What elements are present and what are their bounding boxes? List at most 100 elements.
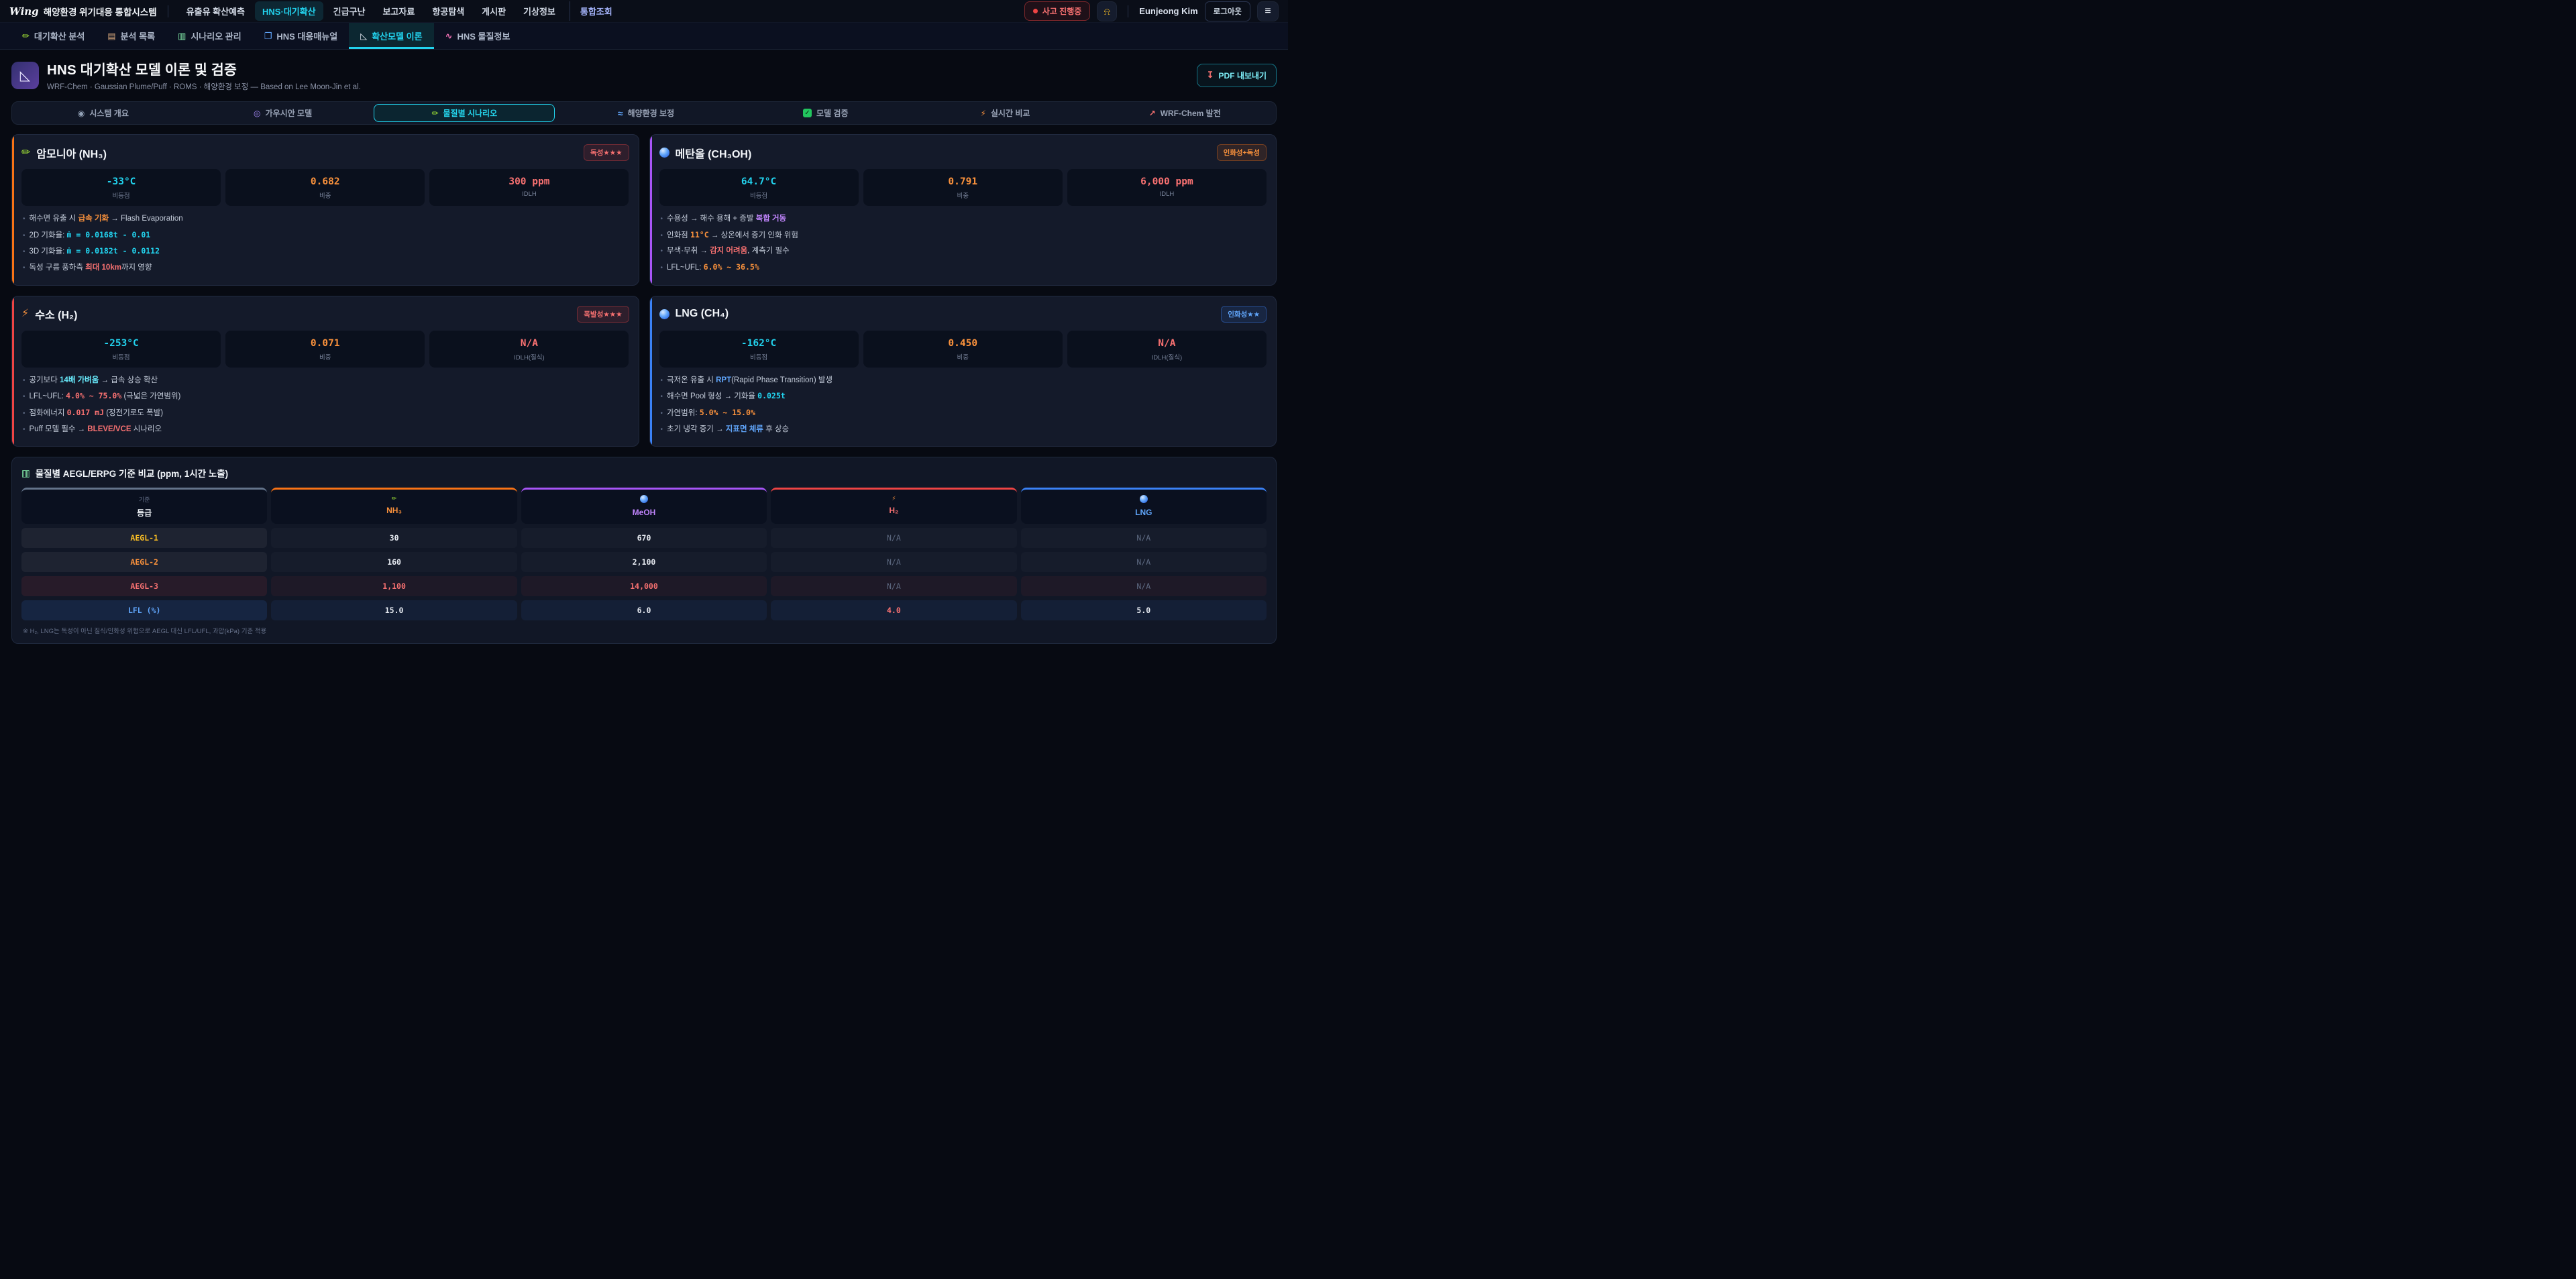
logo-icon: Wing xyxy=(9,5,39,17)
main-menu-item[interactable]: HNS·대기확산 xyxy=(255,1,323,21)
rocket-icon: ↗ xyxy=(1149,109,1156,117)
stat-boxes: -33°C비등점0.682비중300 ppmIDLH xyxy=(21,169,629,206)
stat-label: IDLH(질식) xyxy=(1071,352,1263,362)
bullet-text: 0.025t xyxy=(757,391,786,400)
pen-icon: ✏ xyxy=(392,496,397,502)
bullet-text: , 계측기 필수 xyxy=(747,247,790,255)
bullet-line: •독성 구름 풍하측 최대 10km까지 영향 xyxy=(23,262,628,274)
main-menu-item[interactable]: 항공탐색 xyxy=(425,1,472,21)
navbar-right: 사고 진행중 ⍾ Eunjeong Kim 로그아웃 ≡ xyxy=(1024,1,1279,21)
section-tab[interactable]: ⚡실시간 비교 xyxy=(916,102,1095,124)
hazard-badge: 인화성+독성 xyxy=(1217,144,1267,161)
logout-button[interactable]: 로그아웃 xyxy=(1205,1,1250,21)
stat-label: IDLH(질식) xyxy=(433,352,625,362)
spiral-icon: ◎ xyxy=(254,109,260,117)
incident-badge-label: 사고 진행중 xyxy=(1042,5,1082,17)
stat-value: -162°C xyxy=(663,338,855,349)
subnav-tab[interactable]: ∿HNS 물질정보 xyxy=(434,23,522,49)
stat-label: 비중 xyxy=(867,190,1059,200)
sphere-icon xyxy=(640,495,648,503)
bullet-text: → 급속 상승 확산 xyxy=(99,376,158,384)
stat-boxes: 64.7°C비등점0.791비중6,000 ppmIDLH xyxy=(659,169,1267,206)
bullet-line: •점화에너지 0.017 mJ (정전기로도 폭발) xyxy=(23,407,628,419)
bullet-text: 무색·무취 → xyxy=(667,247,710,255)
stat-box: 0.791비중 xyxy=(863,169,1063,206)
bullet-text: Puff 모델 필수 → xyxy=(30,425,88,433)
subnav-tab-label: 분석 목록 xyxy=(121,30,155,42)
table-column-header: ✏NH₃ xyxy=(271,488,517,524)
subnav-tab[interactable]: ❐HNS 대응매뉴얼 xyxy=(253,23,350,49)
substance-name: 수소 (H₂) xyxy=(35,306,77,322)
section-tab[interactable]: ≈해양환경 보정 xyxy=(556,102,736,124)
bullet-text: 11°C xyxy=(690,230,709,239)
bullet-text: (극넓은 가연범위) xyxy=(121,392,180,400)
table-cell: 6.0 xyxy=(521,600,767,620)
section-tabs: ◉시스템 개요◎가우시안 모델✏물질별 시나리오≈해양환경 보정✓모델 검증⚡실… xyxy=(11,101,1277,125)
bullet-text: 초기 냉각 증기 → xyxy=(667,425,726,433)
main-menu-item[interactable]: 긴급구난 xyxy=(326,1,373,21)
stat-value: N/A xyxy=(433,338,625,349)
bullet-line: •인화점 11°C → 상온에서 증기 인화 위험 xyxy=(661,229,1266,241)
main-menu-item[interactable]: 게시판 xyxy=(474,1,513,21)
bullet-text: 까지 영향 xyxy=(121,264,152,272)
main-menu-item[interactable]: 통합조회 xyxy=(570,1,620,21)
section-tab-label: 해양환경 보정 xyxy=(628,107,675,119)
table-column-header: MeOH xyxy=(521,488,767,524)
stat-value: 6,000 ppm xyxy=(1071,176,1263,187)
microscope-icon: ◉ xyxy=(78,109,85,117)
pen-icon: ✏ xyxy=(22,32,30,40)
stat-value: -33°C xyxy=(25,176,217,187)
substance-name: 메탄올 (CH₃OH) xyxy=(676,145,752,161)
section-tab[interactable]: ◎가우시안 모델 xyxy=(193,102,373,124)
stat-label: 비중 xyxy=(229,190,421,200)
column-sub-label xyxy=(521,495,767,504)
table-cell: 30 xyxy=(271,528,517,548)
column-name: 등급 xyxy=(21,507,267,518)
app-brand[interactable]: Wing 해양환경 위기대응 통합시스템 xyxy=(9,5,157,18)
main-menu-item[interactable]: 기상정보 xyxy=(516,1,563,21)
subnav-tab[interactable]: ▤분석 목록 xyxy=(96,23,166,49)
card-header: 메탄올 (CH₃OH) 인화성+독성 xyxy=(659,144,1267,161)
section-tab[interactable]: ◉시스템 개요 xyxy=(13,102,193,124)
card-title: ⚡ 수소 (H₂) xyxy=(21,306,77,322)
stat-value: N/A xyxy=(1071,338,1263,349)
bullet-text: 0.017 mJ xyxy=(67,408,104,417)
row-label: LFL (%) xyxy=(21,600,267,620)
bolt-icon: ⚡ xyxy=(21,309,29,319)
stat-label: 비등점 xyxy=(663,352,855,362)
substance-cards-grid: ✏암모니아 (NH₃)독성★★★-33°C비등점0.682비중300 ppmID… xyxy=(11,134,1277,447)
subnav-tab[interactable]: ✏대기확산 분석 xyxy=(11,23,96,49)
bullet-text: LFL~UFL: xyxy=(667,264,704,272)
bullet-text: 4.0% ~ 75.0% xyxy=(66,391,121,400)
main-menu-item[interactable]: 유출유 확산예측 xyxy=(179,1,252,21)
hamburger-menu-button[interactable]: ≡ xyxy=(1257,1,1279,21)
bullet-text: 가연범위: xyxy=(667,409,700,417)
incident-status-badge[interactable]: 사고 진행중 xyxy=(1024,1,1091,21)
subnav-tab[interactable]: ◺확산모델 이론 xyxy=(349,23,433,49)
table-row: LFL (%)15.06.04.05.0 xyxy=(21,600,1267,620)
table-cell: 14,000 xyxy=(521,576,767,596)
notification-bell-button[interactable]: ⍾ xyxy=(1097,1,1117,21)
sphere-icon xyxy=(659,148,669,158)
table-body: AEGL-130670N/AN/AAEGL-21602,100N/AN/AAEG… xyxy=(21,528,1267,620)
bullet-text: 해수면 유출 시 xyxy=(30,215,78,223)
table-title: 물질별 AEGL/ERPG 기준 비교 (ppm, 1시간 노출) xyxy=(36,466,228,480)
section-tab-label: 실시간 비교 xyxy=(991,107,1030,119)
stat-value: 0.682 xyxy=(229,176,421,187)
section-tab[interactable]: ↗WRF-Chem 발전 xyxy=(1095,102,1275,124)
pdf-export-button[interactable]: ↧ PDF 내보내기 xyxy=(1197,64,1277,87)
subnav-tab[interactable]: ▥시나리오 관리 xyxy=(166,23,253,49)
subnav-tab-label: HNS 대응매뉴얼 xyxy=(276,30,337,42)
section-tab[interactable]: ✓모델 검증 xyxy=(736,102,916,124)
stat-label: 비중 xyxy=(229,352,421,362)
section-tab[interactable]: ✏물질별 시나리오 xyxy=(374,104,555,122)
aegl-comparison-panel: ▥ 물질별 AEGL/ERPG 기준 비교 (ppm, 1시간 노출) 기준등급… xyxy=(11,457,1277,644)
bullet-line: •LFL~UFL: 6.0% ~ 36.5% xyxy=(661,262,1266,274)
stat-value: 0.071 xyxy=(229,338,421,349)
table-row: AEGL-130670N/AN/A xyxy=(21,528,1267,548)
column-sub-label: 기준 xyxy=(21,495,267,504)
substance-name: 암모니아 (NH₃) xyxy=(36,145,107,161)
bullet-line: •초기 냉각 증기 → 지표면 체류 후 상승 xyxy=(661,424,1266,435)
substance-card-nh3: ✏암모니아 (NH₃)독성★★★-33°C비등점0.682비중300 ppmID… xyxy=(11,134,639,286)
main-menu-item[interactable]: 보고자료 xyxy=(375,1,422,21)
